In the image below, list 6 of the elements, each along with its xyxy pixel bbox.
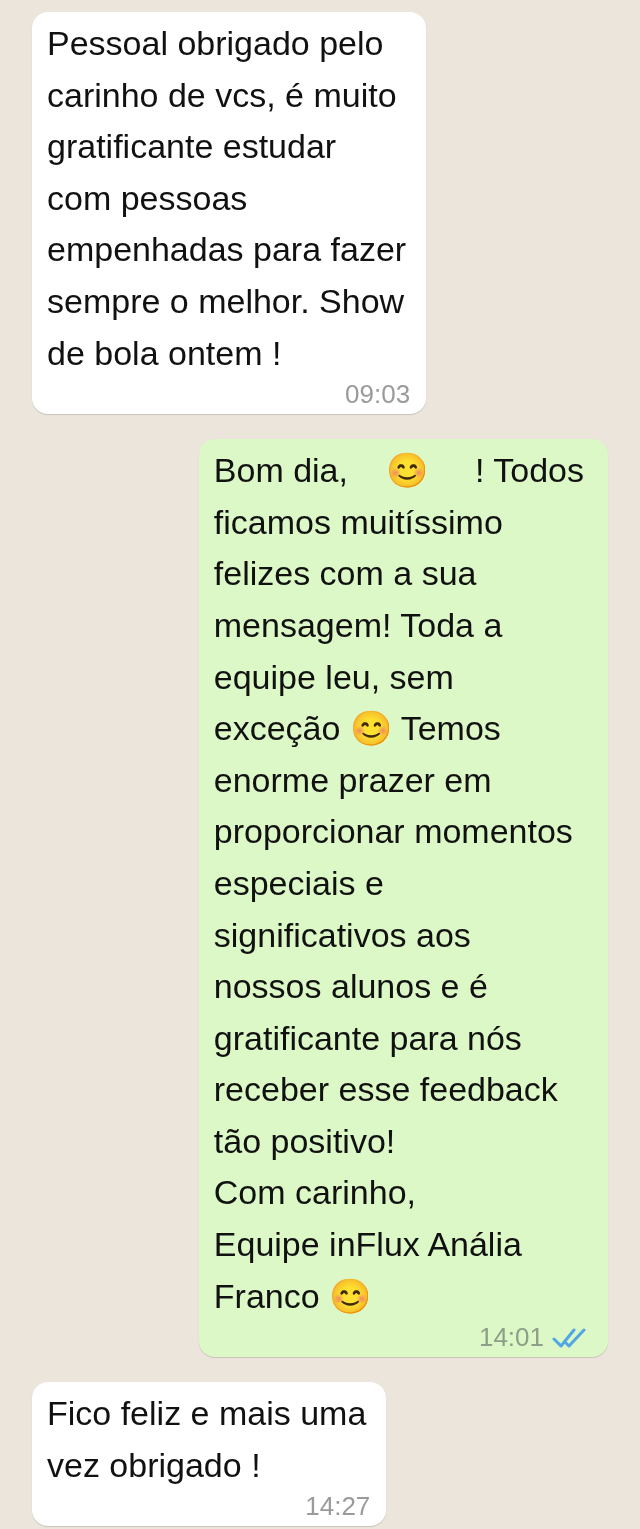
message-time: 09:03 [345,379,411,411]
message-text: Bom dia, 😊 ! Todos ficamos muitíssimo felizes com a sua mensagem! Toda a equipe leu, sem exceção 😊 Temos enorme prazer em proporcionar momentos especiais e significativos aos nossos alunos e é gratificante para nós receber esse feedback tão positivo! Com carinho, Equipe inFlux Anália Franco 😊 [213,450,585,1317]
message-time: 14:27 [305,1491,371,1523]
message-time: 14:01 [478,1322,544,1354]
message-text: Pessoal obrigado pelo carinho de vcs, é muito gratificante estudar com pessoas empenhadas para fazer sempre o melhor. Show de bola ontem ! [47,23,408,374]
message-text: Fico feliz e mais uma vez obrigado ! [47,1393,368,1486]
